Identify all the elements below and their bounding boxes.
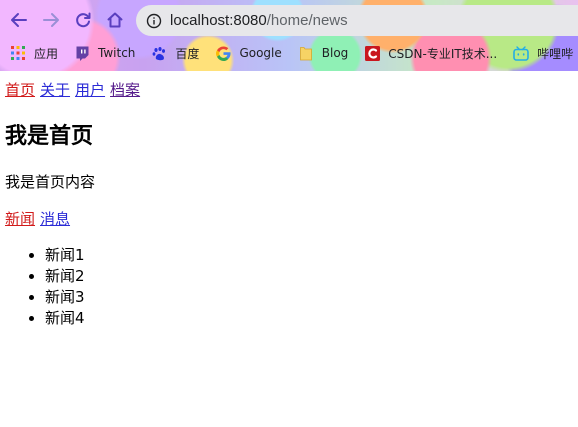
apps-grid-icon (10, 45, 26, 61)
nav-link-users[interactable]: 用户 (75, 81, 105, 99)
navigation-row: localhost:8080/home/news (0, 4, 578, 38)
forward-button[interactable] (38, 7, 64, 33)
url-host: localhost:8080 (170, 12, 267, 29)
list-item: 新闻1 (45, 245, 85, 266)
nav-link-about[interactable]: 关于 (40, 81, 70, 99)
bookmarks-bar: 应用 Twitch 百度 Google Blog CSDN-专业IT技术... … (0, 40, 578, 66)
bookmark-label: 哔哩哔 (537, 46, 574, 61)
bookmark-label: 百度 (175, 46, 200, 61)
bilibili-icon (513, 45, 529, 61)
nav-link-archive[interactable]: 档案 (110, 81, 140, 99)
baidu-paw-icon (151, 45, 167, 61)
bookmark-label: Blog (321, 46, 349, 60)
bookmark-blog[interactable]: Blog (294, 41, 355, 65)
nav-link-home[interactable]: 首页 (5, 81, 35, 99)
home-icon (107, 12, 123, 28)
browser-toolbar: localhost:8080/home/news 应用 Twitch 百度 Go… (0, 0, 578, 71)
arrow-left-icon (11, 13, 27, 27)
bookmark-label: 应用 (34, 46, 59, 61)
bookmark-csdn[interactable]: CSDN-专业IT技术... (360, 41, 503, 65)
page-title: 我是首页 (5, 124, 94, 149)
bookmark-label: CSDN-专业IT技术... (388, 46, 498, 61)
info-icon[interactable] (146, 13, 162, 29)
address-bar[interactable]: localhost:8080/home/news (136, 5, 578, 36)
bookmark-google[interactable]: Google (211, 41, 287, 65)
arrow-right-icon (43, 13, 59, 27)
bookmark-apps[interactable]: 应用 (6, 41, 64, 65)
bookmark-twitch[interactable]: Twitch (70, 41, 141, 65)
top-nav: 首页 关于 用户 档案 (5, 80, 145, 100)
browser-window: localhost:8080/home/news 应用 Twitch 百度 Go… (0, 0, 578, 427)
google-icon (215, 45, 231, 61)
sub-nav-link-messages[interactable]: 消息 (40, 210, 70, 228)
list-item: 新闻4 (45, 308, 85, 329)
csdn-icon (364, 45, 380, 61)
page-description: 我是首页内容 (5, 173, 96, 191)
reload-icon (76, 12, 91, 28)
bookmark-bilibili[interactable]: 哔哩哔 (509, 41, 578, 65)
list-item: 新闻2 (45, 266, 85, 287)
bookmark-label: Google (239, 46, 282, 60)
sub-nav: 新闻 消息 (5, 209, 75, 229)
back-button[interactable] (6, 7, 32, 33)
bookmark-label: Twitch (98, 46, 136, 60)
bookmark-baidu[interactable]: 百度 (147, 41, 205, 65)
news-list: 新闻1 新闻2 新闻3 新闻4 (5, 245, 85, 329)
folder-icon (298, 45, 314, 61)
list-item: 新闻3 (45, 287, 85, 308)
url-text[interactable]: localhost:8080/home/news (170, 12, 348, 29)
home-button[interactable] (102, 7, 128, 33)
sub-nav-link-news[interactable]: 新闻 (5, 210, 35, 228)
page-content: 首页关于用户档案 我是首页 我是首页内容 新闻消息 新闻1 新闻2 新闻3 新闻… (0, 71, 578, 427)
reload-button[interactable] (70, 7, 96, 33)
twitch-icon (74, 45, 90, 61)
url-path: /home/news (266, 12, 348, 29)
